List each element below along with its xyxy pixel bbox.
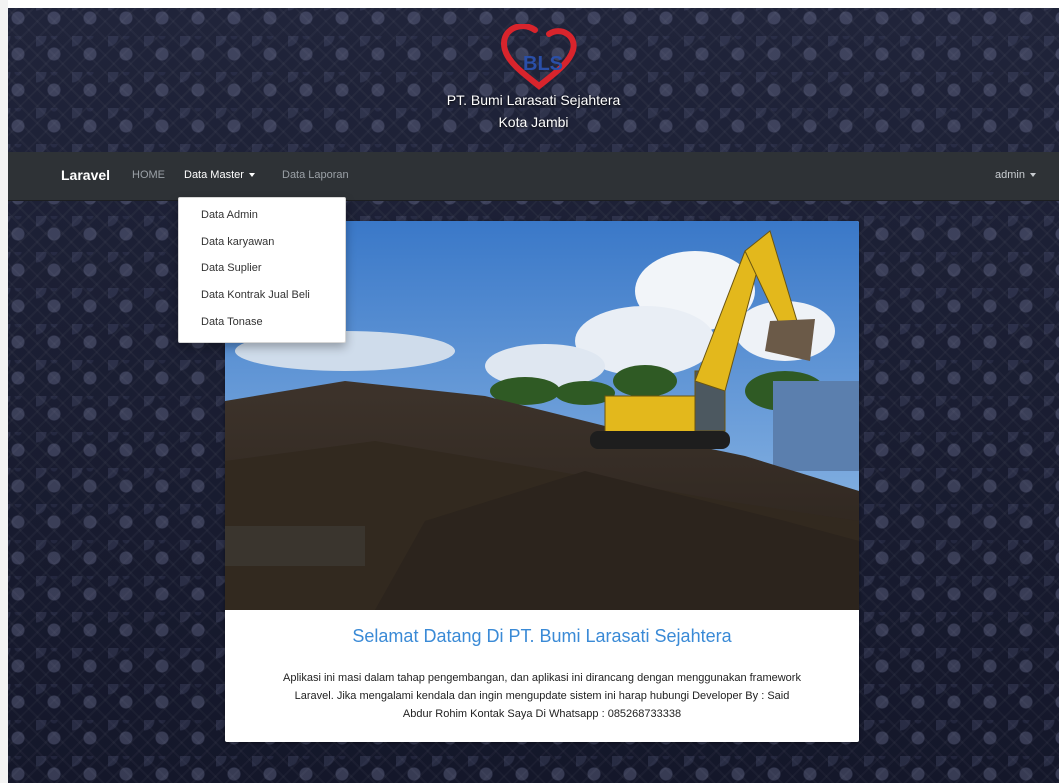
site-header: BLS PT. Bumi Larasati Sejahtera Kota Jam… bbox=[8, 8, 1059, 152]
window-left-edge bbox=[0, 0, 8, 783]
window-top-edge bbox=[0, 0, 1059, 8]
data-master-dropdown: Data Admin Data karyawan Data Suplier Da… bbox=[178, 197, 346, 343]
dropdown-item-data-karyawan[interactable]: Data karyawan bbox=[201, 236, 274, 248]
nav-data-laporan[interactable]: Data Laporan bbox=[282, 169, 349, 181]
caret-down-icon bbox=[248, 173, 255, 178]
app-description: Aplikasi ini masi dalam tahap pengembang… bbox=[225, 669, 859, 723]
dropdown-item-data-kontrak-jual-beli[interactable]: Data Kontrak Jual Beli bbox=[201, 289, 310, 301]
description-line: Laravel. Jika mengalami kendala dan ingi… bbox=[294, 690, 790, 702]
user-menu-label: admin bbox=[995, 169, 1025, 181]
user-menu[interactable]: admin bbox=[995, 169, 1036, 181]
caret-down-icon bbox=[1029, 173, 1036, 178]
nav-home[interactable]: HOME bbox=[132, 169, 165, 181]
description-line: Abdur Rohim Kontak Saya Di Whatsapp : 08… bbox=[402, 708, 682, 720]
welcome-heading: Selamat Datang Di PT. Bumi Larasati Seja… bbox=[352, 626, 732, 646]
top-navbar: Laravel HOME Data Master Data Laporan ad… bbox=[8, 152, 1059, 201]
company-city: Kota Jambi bbox=[498, 114, 569, 130]
dropdown-item-data-tonase[interactable]: Data Tonase bbox=[201, 316, 263, 328]
logo-text: BLS bbox=[523, 53, 563, 75]
nav-data-laporan-label: Data Laporan bbox=[282, 169, 349, 181]
dropdown-item-data-suplier[interactable]: Data Suplier bbox=[201, 262, 262, 274]
company-logo: BLS bbox=[501, 24, 577, 90]
nav-home-label: HOME bbox=[132, 169, 165, 181]
nav-data-master[interactable]: Data Master bbox=[184, 169, 255, 181]
company-name: PT. Bumi Larasati Sejahtera bbox=[446, 92, 621, 108]
nav-data-master-label: Data Master bbox=[184, 169, 244, 181]
navbar-brand[interactable]: Laravel bbox=[61, 167, 110, 183]
description-line: Aplikasi ini masi dalam tahap pengembang… bbox=[283, 672, 801, 684]
dropdown-item-data-admin[interactable]: Data Admin bbox=[201, 209, 258, 221]
